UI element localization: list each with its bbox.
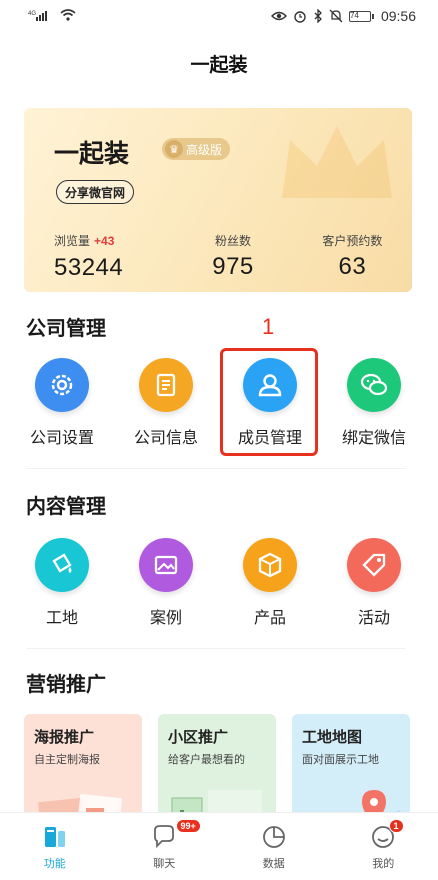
app-screen: 4G 74 09:56 一起装 一起装 ♛ 高级版 分享微官网 浏览量 +43 … [0,0,438,880]
crown-icon [282,126,392,198]
content-grid: 工地 案例 产品 活动 [0,538,438,628]
network-type: 4G [28,11,36,17]
tab-label: 数据 [262,857,285,870]
divider [26,648,406,649]
clock-time: 09:56 [380,8,416,24]
document-icon [139,358,193,412]
stat-views[interactable]: 浏览量 +43 53244 [24,232,173,282]
chat-unread-badge: 99+ [175,819,201,833]
annotation-number: 1 [262,314,275,339]
stat-label: 粉丝数 [214,234,251,248]
box-icon [243,538,297,592]
alarm-icon [293,9,307,23]
pro-badge-label: 高级版 [186,142,223,157]
grid-item-activities[interactable]: 活动 [322,538,426,628]
bottom-tab-bar: 功能 99+ 聊天 数据 1 我的 [0,812,438,880]
wechat-icon [347,358,401,412]
wifi-icon [60,8,76,24]
grid-item-company-info[interactable]: 公司信息 [114,358,218,448]
section-title-company: 公司管理 [26,318,106,340]
mute-icon [329,9,343,23]
company-grid: 公司设置 公司信息 成员管理 绑定微信 [0,358,438,448]
share-website-button[interactable]: 分享微官网 [56,180,135,204]
pro-badge: ♛ 高级版 [162,138,231,160]
tab-data[interactable]: 数据 [219,813,329,880]
tab-chat[interactable]: 99+ 聊天 [110,813,220,880]
grid-item-label: 案例 [149,610,182,627]
divider [26,468,406,469]
grid-item-site[interactable]: 工地 [10,538,114,628]
function-icon [41,823,69,851]
grid-item-cases[interactable]: 案例 [114,538,218,628]
grid-item-label: 活动 [357,610,390,627]
tab-function[interactable]: 功能 [0,813,110,880]
annotation-highlight-box [220,348,318,456]
stat-delta: +43 [94,234,115,248]
company-hero-card[interactable]: 一起装 ♛ 高级版 分享微官网 浏览量 +43 53244 粉丝数 975 客户预… [24,108,412,292]
promo-title: 小区推广 [168,729,229,746]
title-bar: 一起装 [0,32,438,94]
stat-label: 客户预约数 [322,234,383,248]
promo-subtitle: 给客户最想看的 [168,754,245,766]
battery-icon: 74 [348,10,374,22]
pie-chart-icon [260,823,288,851]
stat-appointments[interactable]: 客户预约数 63 [293,232,412,282]
tab-label: 聊天 [153,857,176,870]
company-name: 一起装 [54,140,130,168]
stat-value: 53244 [54,254,124,281]
stat-fans[interactable]: 粉丝数 975 [173,232,292,282]
promo-subtitle: 自主定制海报 [34,754,100,766]
chat-icon [150,823,178,851]
grid-item-label: 绑定微信 [341,430,406,447]
grid-item-label: 产品 [253,610,286,627]
stat-value: 975 [212,253,254,280]
bluetooth-icon [313,9,323,23]
tag-icon [347,538,401,592]
grid-item-products[interactable]: 产品 [218,538,322,628]
promo-subtitle: 面对面展示工地 [302,754,379,766]
promo-title: 工地地图 [302,729,363,746]
stats-row: 浏览量 +43 53244 粉丝数 975 客户预约数 63 [24,232,412,282]
tab-label: 功能 [43,857,66,870]
tab-mine[interactable]: 1 我的 [329,813,438,880]
tab-label: 我的 [372,857,395,870]
section-title-marketing: 营销推广 [26,674,106,696]
promo-title: 海报推广 [34,729,95,746]
section-title-content: 内容管理 [26,496,106,518]
grid-item-company-settings[interactable]: 公司设置 [10,358,114,448]
grid-item-label: 公司设置 [29,430,94,447]
paint-bucket-icon [35,538,89,592]
grid-item-bind-wechat[interactable]: 绑定微信 [322,358,426,448]
signal-icon: 4G [28,9,54,24]
grid-item-label: 工地 [45,610,78,627]
page-title: 一起装 [190,54,248,76]
stat-value: 63 [338,253,367,280]
gear-icon [35,358,89,412]
status-bar: 4G 74 09:56 [0,0,438,32]
grid-item-label: 公司信息 [133,430,198,447]
crown-badge-icon: ♛ [165,140,183,158]
stat-label: 浏览量 [54,234,91,248]
picture-icon [139,538,193,592]
mine-badge: 1 [388,819,404,833]
eye-icon [270,10,287,22]
